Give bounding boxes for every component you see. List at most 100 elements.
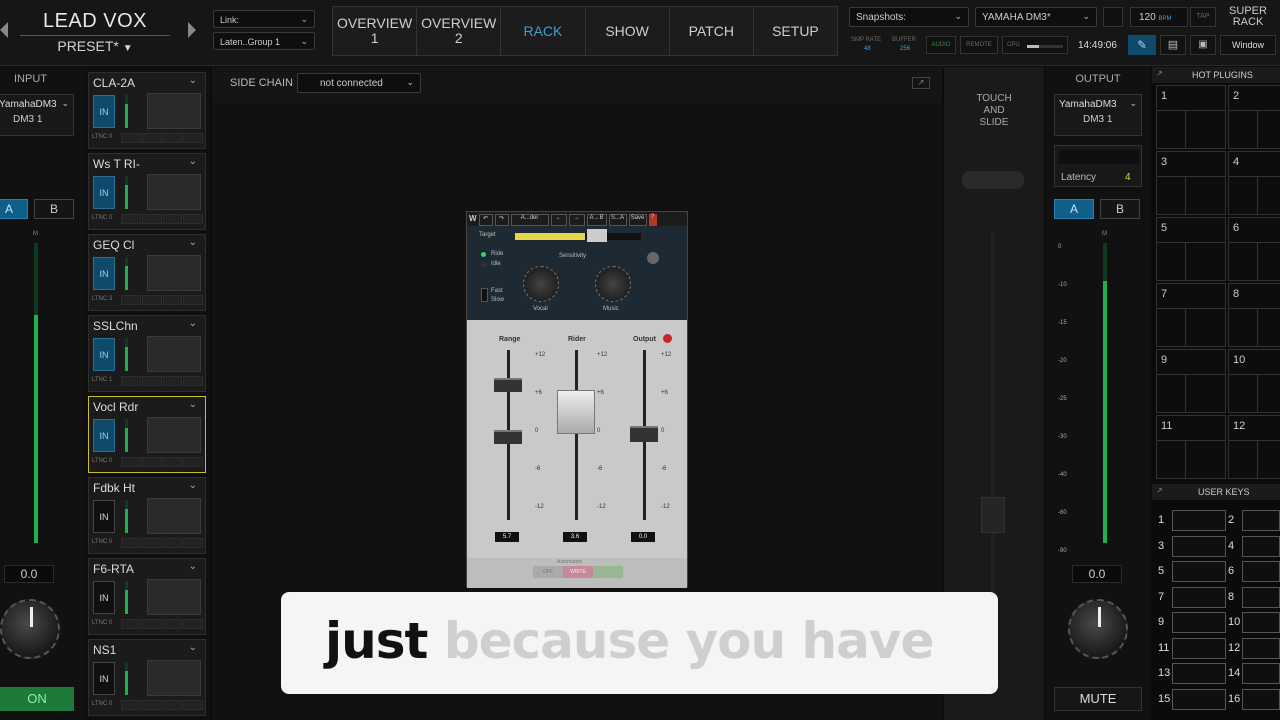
slot-controls[interactable] xyxy=(121,295,203,305)
user-key-button[interactable] xyxy=(1172,586,1226,608)
user-key-button[interactable] xyxy=(1242,535,1280,557)
hot-plugin-slot[interactable]: 2 xyxy=(1228,85,1280,149)
expand-icon[interactable]: ↗ xyxy=(1156,486,1163,495)
expand-icon[interactable]: ↗ xyxy=(1156,69,1163,78)
user-key-button[interactable] xyxy=(1172,510,1226,531)
rack-slot[interactable]: NS1 ⌄ IN LTNC 0 xyxy=(88,639,206,716)
chevron-down-icon[interactable]: ⌄ xyxy=(189,156,197,167)
slot-in-button[interactable]: IN xyxy=(93,581,115,614)
preset-title[interactable]: LEAD VOX xyxy=(20,10,170,33)
user-key-button[interactable] xyxy=(1172,637,1226,659)
plugin-thumbnail[interactable] xyxy=(147,255,201,291)
output-device-dropdown[interactable]: YamahaDM3 DM3 1 ⌄ xyxy=(1054,94,1142,136)
slot-controls[interactable] xyxy=(121,538,203,548)
slot-name[interactable]: SSLChn xyxy=(93,319,138,333)
keyboard-icon[interactable]: ▤ xyxy=(1160,35,1186,55)
fast-slow-switch[interactable] xyxy=(481,288,488,302)
preset-next-icon[interactable] xyxy=(188,22,196,38)
user-key-button[interactable] xyxy=(1172,612,1226,633)
slot-controls[interactable] xyxy=(121,376,203,386)
preset-subtitle[interactable]: PRESET* ▼ xyxy=(20,38,170,54)
rack-slot[interactable]: Fdbk Ht ⌄ IN LTNC 0 xyxy=(88,477,206,554)
redo-icon[interactable]: ↷ xyxy=(494,214,509,226)
ab-button[interactable]: A→B xyxy=(586,214,607,226)
hot-plugin-slot[interactable]: 3 xyxy=(1156,151,1226,215)
input-b-button[interactable]: B xyxy=(34,199,74,219)
user-key-button[interactable] xyxy=(1172,688,1226,710)
user-key-button[interactable] xyxy=(1242,510,1280,531)
bpm-display[interactable]: 120 BPM xyxy=(1130,7,1188,27)
touch-slide-handle[interactable] xyxy=(962,171,1024,189)
chevron-down-icon[interactable]: ⌄ xyxy=(189,561,197,572)
slot-name[interactable]: CLA-2A xyxy=(93,76,135,90)
slot-name[interactable]: GEQ Cl xyxy=(93,238,134,252)
slot-name[interactable]: Fdbk Ht xyxy=(93,481,135,495)
plugin-thumbnail[interactable] xyxy=(147,660,201,696)
slot-name[interactable]: NS1 xyxy=(93,643,116,657)
rack-slot[interactable]: F6-RTA ⌄ IN LTNC 0 xyxy=(88,558,206,635)
rack-slot[interactable]: GEQ Cl ⌄ IN LTNC 3 xyxy=(88,234,206,311)
device-dropdown[interactable]: YAMAHA DM3* ⌄ xyxy=(975,7,1097,27)
input-a-button[interactable]: A xyxy=(0,199,28,219)
plugin-thumbnail[interactable] xyxy=(147,579,201,615)
output-value[interactable]: 0.0 xyxy=(631,532,655,542)
output-gain-value[interactable]: 0.0 xyxy=(1072,565,1122,583)
chevron-down-icon[interactable]: ⌄ xyxy=(189,480,197,491)
user-key-button[interactable] xyxy=(1242,663,1280,684)
slot-controls[interactable] xyxy=(121,133,203,143)
range-lower-handle[interactable] xyxy=(494,430,522,444)
rack-slot[interactable]: Ws T RI- ⌄ IN LTNC 0 xyxy=(88,153,206,230)
hot-plugin-slot[interactable]: 5 xyxy=(1156,217,1226,281)
output-b-button[interactable]: B xyxy=(1100,199,1140,219)
tab-overview-1[interactable]: OVERVIEW 1 xyxy=(333,7,418,55)
user-key-button[interactable] xyxy=(1242,561,1280,582)
output-a-button[interactable]: A xyxy=(1054,199,1094,219)
user-key-button[interactable] xyxy=(1172,535,1226,557)
tap-button[interactable]: TAP xyxy=(1190,7,1216,27)
user-key-button[interactable] xyxy=(1172,663,1226,684)
rider-value[interactable]: 3.6 xyxy=(563,532,587,542)
plugin-thumbnail[interactable] xyxy=(147,93,201,129)
mute-button[interactable]: MUTE xyxy=(1054,687,1142,711)
slot-in-button[interactable]: IN xyxy=(93,338,115,371)
touch-slide-fader[interactable] xyxy=(981,497,1005,533)
plugin-thumbnail[interactable] xyxy=(147,498,201,534)
slot-controls[interactable] xyxy=(121,700,203,710)
sidechain-dropdown[interactable]: not connected ⌄ xyxy=(297,73,421,93)
automation-write-button[interactable]: WRITE xyxy=(563,566,593,578)
undo-icon[interactable]: ↶ xyxy=(478,214,493,226)
slot-in-button[interactable]: IN xyxy=(93,419,115,452)
tab-patch[interactable]: PATCH xyxy=(670,7,754,55)
user-key-button[interactable] xyxy=(1242,586,1280,608)
hot-plugin-slot[interactable]: 4 xyxy=(1228,151,1280,215)
help-icon[interactable]: ? xyxy=(648,214,657,226)
plugin-thumbnail[interactable] xyxy=(147,336,201,372)
plugin-thumbnail[interactable] xyxy=(147,174,201,210)
save-as-button[interactable]: S...A xyxy=(608,214,627,226)
tab-setup[interactable]: SETUP xyxy=(754,7,837,55)
expand-icon[interactable]: ↗ xyxy=(912,77,930,89)
user-key-button[interactable] xyxy=(1242,637,1280,659)
input-gain-knob[interactable] xyxy=(0,599,60,659)
hot-plugin-slot[interactable]: 8 xyxy=(1228,283,1280,347)
window-menu-button[interactable]: Window xyxy=(1220,35,1276,55)
slot-controls[interactable] xyxy=(121,619,203,629)
slot-name[interactable]: F6-RTA xyxy=(93,562,134,576)
slot-controls[interactable] xyxy=(121,457,203,467)
hot-plugin-slot[interactable]: 11 xyxy=(1156,415,1226,479)
prev-preset-icon[interactable]: ← xyxy=(550,214,567,226)
preset-menu[interactable]: A...der xyxy=(510,214,549,226)
vocal-sensitivity-knob[interactable] xyxy=(523,266,559,302)
rack-slot[interactable]: SSLChn ⌄ IN LTNC 1 xyxy=(88,315,206,392)
chevron-down-icon[interactable]: ⌄ xyxy=(189,318,197,329)
latency-group-dropdown[interactable]: Laten..Group 1 ⌄ xyxy=(213,32,315,50)
hot-plugin-slot[interactable]: 9 xyxy=(1156,349,1226,413)
user-key-button[interactable] xyxy=(1172,561,1226,582)
chevron-down-icon[interactable]: ⌄ xyxy=(189,75,197,86)
slot-in-button[interactable]: IN xyxy=(93,95,115,128)
lock-icon[interactable]: ▣ xyxy=(1190,35,1216,55)
snapshots-dropdown[interactable]: Snapshots: ⌄ xyxy=(849,7,969,27)
rack-slot[interactable]: CLA-2A ⌄ IN LTNC 0 xyxy=(88,72,206,149)
automation-read-button[interactable]: READ xyxy=(593,566,623,578)
tab-rack[interactable]: RACK xyxy=(501,7,586,55)
